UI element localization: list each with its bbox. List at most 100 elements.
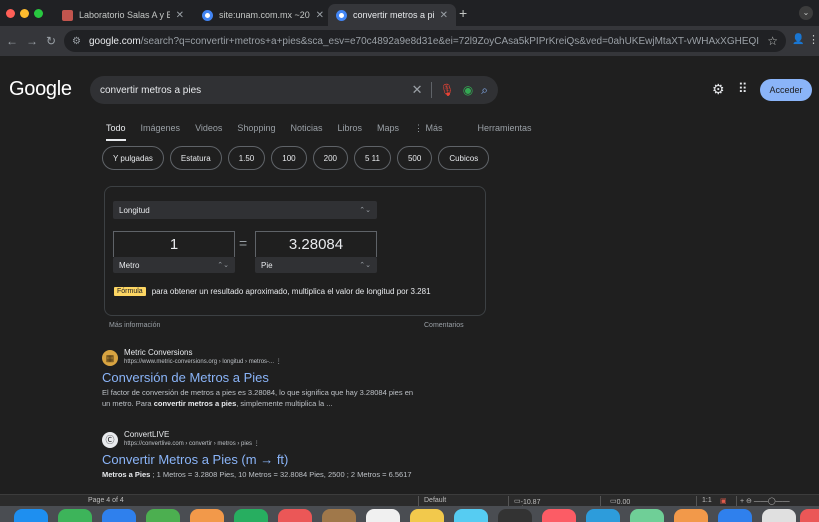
chip-pulgadas[interactable]: Y pulgadas [102,146,164,170]
reminders-icon[interactable] [366,509,400,522]
address-bar[interactable]: ⚙ google.com/search?q=convertir+metros+a… [64,30,786,52]
acceder-button[interactable]: Acceder [760,79,812,101]
tab-close-icon[interactable]: ✕ [176,10,184,21]
chip-5-11[interactable]: 5 11 [353,146,391,170]
tab-todo[interactable]: Todo [106,123,126,141]
result-source[interactable]: ▦ Metric Conversions https://www.metric-… [102,348,542,367]
forward-arrow-icon[interactable]: → [26,34,38,48]
tab-maps[interactable]: Maps [377,123,399,141]
result-cite: https://www.metric-conversions.org › lon… [124,359,282,365]
finder-icon[interactable] [14,509,48,522]
search-input[interactable] [100,84,404,96]
tv-icon[interactable] [498,509,532,522]
appstore-icon[interactable] [586,509,620,522]
chrome-icon[interactable] [762,509,796,522]
notes-icon[interactable] [410,509,444,522]
tab-search-icon[interactable]: ⌄ [799,6,813,20]
tab-libros[interactable]: Libros [337,123,362,141]
pages-icon[interactable] [674,509,708,522]
select-caret-icon: ⌃⌄ [359,262,371,269]
select-caret-icon: ⌃⌄ [359,207,371,214]
tab-videos[interactable]: Videos [195,123,222,141]
numbers-icon[interactable] [630,509,664,522]
tab-noticias[interactable]: Noticias [290,123,322,141]
from-unit-select[interactable]: Metro ⌃⌄ [113,257,235,273]
more-info-link[interactable]: Más información [109,322,160,329]
formula-text: para obtener un resultado aproximado, mu… [151,287,431,296]
chip-100[interactable]: 100 [271,146,307,170]
reload-icon[interactable]: ↻ [46,34,56,48]
result-snippet-line: El factor de conversión de metros a pies… [102,388,414,397]
window-minimize-button[interactable] [20,9,29,18]
chip-1-50[interactable]: 1.50 [227,146,266,170]
result-source[interactable]: Ⓒ ConvertLIVE https://convertlive.com › … [102,430,542,449]
clear-icon[interactable]: ✕ [412,82,423,98]
convertlive-favicon-icon: Ⓒ [102,431,118,448]
photos-icon[interactable] [190,509,224,522]
tab-convertir[interactable]: convertir metros a pies - Bus ✕ [328,4,456,26]
site-settings-icon[interactable]: ⚙ [72,36,81,47]
result-site-name: ConvertLIVE [124,430,170,439]
tab-site-unam[interactable]: site:unam.com.mx ~2000..20 ✕ [194,4,332,26]
result-snippet: El factor de conversión de metros a pies… [102,387,542,409]
chip-200[interactable]: 200 [312,146,348,170]
tab-close-icon[interactable]: ✕ [316,10,324,21]
category-value: Longitud [119,205,150,215]
tools-button[interactable]: Herramientas [478,123,532,141]
facetime-icon[interactable] [234,509,268,522]
back-arrow-icon[interactable]: ← [6,34,18,48]
result-cite: https://convertlive.com › convertir › me… [124,441,260,447]
coords-readout: ▭ -10.87 / 13.55 [514,498,541,520]
to-value-input[interactable]: 3.28084 [255,231,377,257]
app-icon[interactable] [800,509,819,522]
chip-estatura[interactable]: Estatura [169,146,222,170]
tab-shopping[interactable]: Shopping [237,123,275,141]
profile-icon[interactable]: 👤 [792,34,804,45]
apps-grid-icon[interactable]: ⠿ [738,81,748,97]
tab-laboratorio[interactable]: Laboratorio Salas A y B ✕ [54,4,192,26]
maps-icon[interactable] [146,509,180,522]
to-unit-select[interactable]: Pie ⌃⌄ [255,257,377,273]
contacts-icon[interactable] [322,509,356,522]
fit-icon[interactable]: ▣ [720,497,727,505]
status-bar: Page 4 of 4 Default ▭ -10.87 / 13.55 ▭ 0… [0,494,819,520]
result-title-link[interactable]: Convertir Metros a Pies (m → ft) [102,452,542,467]
address-url: google.com/search?q=convertir+metros+a+p… [88,35,760,47]
google-favicon-icon [202,9,213,21]
select-caret-icon: ⌃⌄ [217,262,229,269]
comments-link[interactable]: Comentarios [424,322,464,329]
calendar-icon[interactable] [278,509,312,522]
chip-500[interactable]: 500 [396,146,433,170]
dock [0,506,819,522]
tab-imagenes[interactable]: Imágenes [141,123,181,141]
lens-camera-icon[interactable]: ◉ [463,83,473,97]
settings-gear-icon[interactable]: ⚙ [712,81,725,98]
bookmark-star-icon[interactable]: ☆ [767,34,778,48]
result-site-name: Metric Conversions [124,348,193,357]
size-readout: ▭ 0.00 x 0.00 [610,498,631,520]
messages-icon[interactable] [58,509,92,522]
result-title-link[interactable]: Conversión de Metros a Pies [102,370,542,385]
from-value-input[interactable]: 1 [113,231,235,257]
browser-menu-icon[interactable]: ⋮ [808,33,819,46]
tab-mas[interactable]: ⋮ Más [414,123,443,141]
result-snippet: Metros a Pies ; 1 Metros = 3.2808 Pies, … [102,470,412,479]
window-close-button[interactable] [6,9,15,18]
mail-icon[interactable] [102,509,136,522]
chip-cubicos[interactable]: Cubicos [438,146,490,170]
category-select[interactable]: Longitud ⌃⌄ [113,201,377,219]
formula-tag: Fórmula [114,287,146,296]
new-tab-icon[interactable]: + [459,5,467,21]
zoom-ratio[interactable]: 1:1 [702,497,712,504]
browser-toolbar: ← → ↻ ⚙ google.com/search?q=convertir+me… [0,26,819,56]
google-logo[interactable]: Google [9,78,72,101]
window-zoom-button[interactable] [34,9,43,18]
keynote-icon[interactable] [718,509,752,522]
tab-close-icon[interactable]: ✕ [440,10,448,21]
search-icon[interactable]: ⌕ [481,83,488,98]
search-box[interactable]: ✕ 🎙 ◉ ⌕ [90,76,498,104]
freeform-icon[interactable] [454,509,488,522]
microphone-icon[interactable]: 🎙 [440,83,455,97]
zoom-slider[interactable]: + ⊖ ——◯—— [740,497,790,505]
music-icon[interactable] [542,509,576,522]
